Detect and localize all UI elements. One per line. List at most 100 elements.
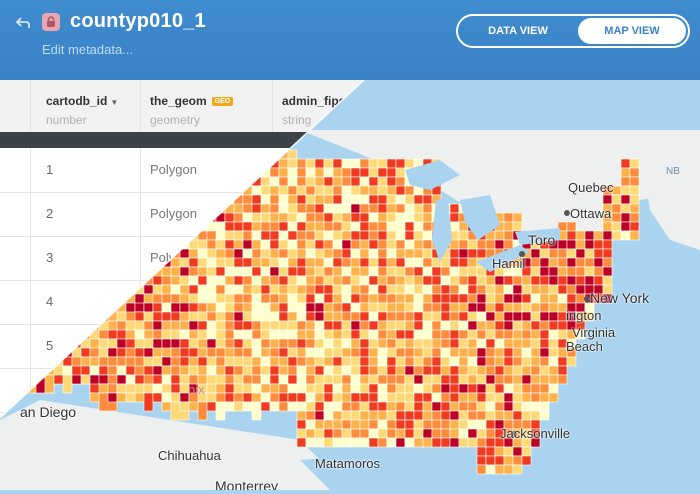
county-polygon[interactable] [242,275,253,286]
column-name-the-geom[interactable]: the_geom GEO [150,94,234,108]
county-polygon[interactable] [422,356,433,367]
county-polygon[interactable] [539,356,550,367]
county-polygon[interactable] [359,176,370,187]
county-polygon[interactable] [449,410,460,421]
county-polygon[interactable] [440,392,451,403]
county-polygon[interactable] [512,347,523,358]
county-polygon[interactable] [404,239,415,250]
county-polygon[interactable] [287,302,298,313]
county-polygon[interactable] [134,383,145,394]
county-polygon[interactable] [485,419,496,430]
county-polygon[interactable] [611,194,622,205]
county-polygon[interactable] [260,293,271,304]
county-polygon[interactable] [494,284,505,295]
county-polygon[interactable] [377,401,388,412]
county-polygon[interactable] [548,392,559,403]
cell-the-geom[interactable]: Polygon [150,162,197,177]
county-polygon[interactable] [548,257,559,268]
county-polygon[interactable] [134,329,145,340]
county-polygon[interactable] [287,266,298,277]
county-polygon[interactable] [449,338,460,349]
county-polygon[interactable] [314,158,325,169]
county-polygon[interactable] [467,347,478,358]
county-polygon[interactable] [377,266,388,277]
county-polygon[interactable] [287,356,298,367]
county-polygon[interactable] [296,419,307,430]
county-polygon[interactable] [539,266,550,277]
county-polygon[interactable] [404,365,415,376]
county-polygon[interactable] [548,293,559,304]
county-polygon[interactable] [368,194,379,205]
county-polygon[interactable] [269,347,280,358]
county-polygon[interactable] [332,311,343,322]
county-polygon[interactable] [206,401,217,412]
county-polygon[interactable] [296,329,307,340]
county-polygon[interactable] [377,437,388,448]
county-polygon[interactable] [413,320,424,331]
county-polygon[interactable] [395,356,406,367]
county-polygon[interactable] [161,275,172,286]
county-polygon[interactable] [494,455,505,466]
county-polygon[interactable] [458,392,469,403]
county-polygon[interactable] [413,266,424,277]
county-polygon[interactable] [620,158,631,169]
county-polygon[interactable] [539,275,550,286]
county-polygon[interactable] [521,284,532,295]
county-polygon[interactable] [296,392,307,403]
county-polygon[interactable] [368,320,379,331]
county-polygon[interactable] [296,167,307,178]
county-polygon[interactable] [548,320,559,331]
county-polygon[interactable] [269,203,280,214]
back-arrow-icon[interactable] [16,16,30,30]
county-polygon[interactable] [233,212,244,223]
county-polygon[interactable] [278,275,289,286]
county-polygon[interactable] [422,374,433,385]
county-polygon[interactable] [593,275,604,286]
county-polygon[interactable] [503,221,514,232]
county-polygon[interactable] [260,212,271,223]
county-polygon[interactable] [341,221,352,232]
county-polygon[interactable] [512,221,523,232]
county-polygon[interactable] [161,266,172,277]
county-polygon[interactable] [512,401,523,412]
county-polygon[interactable] [359,257,370,268]
county-polygon[interactable] [368,293,379,304]
county-polygon[interactable] [368,167,379,178]
county-polygon[interactable] [368,365,379,376]
county-polygon[interactable] [341,158,352,169]
county-polygon[interactable] [404,266,415,277]
county-polygon[interactable] [422,230,433,241]
county-polygon[interactable] [530,284,541,295]
county-polygon[interactable] [278,185,289,196]
county-polygon[interactable] [260,194,271,205]
county-polygon[interactable] [296,266,307,277]
county-polygon[interactable] [260,329,271,340]
county-polygon[interactable] [332,275,343,286]
county-polygon[interactable] [323,383,334,394]
county-polygon[interactable] [467,410,478,421]
cell-cartodb-id[interactable]: 4 [46,294,53,309]
county-polygon[interactable] [530,248,541,259]
county-polygon[interactable] [332,176,343,187]
county-polygon[interactable] [539,338,550,349]
county-polygon[interactable] [305,329,316,340]
county-polygon[interactable] [413,284,424,295]
county-polygon[interactable] [314,338,325,349]
county-polygon[interactable] [395,338,406,349]
county-polygon[interactable] [494,383,505,394]
county-polygon[interactable] [458,428,469,439]
county-polygon[interactable] [377,338,388,349]
county-polygon[interactable] [530,266,541,277]
county-polygon[interactable] [260,230,271,241]
county-polygon[interactable] [404,437,415,448]
county-polygon[interactable] [323,356,334,367]
county-polygon[interactable] [629,212,640,223]
county-polygon[interactable] [422,275,433,286]
county-polygon[interactable] [458,374,469,385]
county-polygon[interactable] [494,464,505,475]
county-polygon[interactable] [431,347,442,358]
county-polygon[interactable] [323,176,334,187]
county-polygon[interactable] [458,230,469,241]
county-polygon[interactable] [485,410,496,421]
county-polygon[interactable] [296,302,307,313]
